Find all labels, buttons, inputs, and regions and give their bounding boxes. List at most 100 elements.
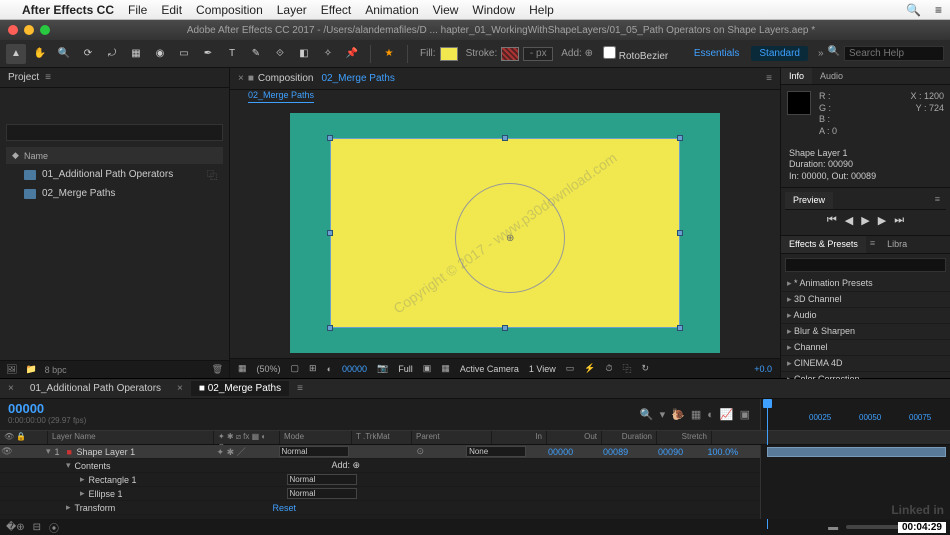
twirl-icon[interactable]: ▾ [42, 446, 51, 457]
handle[interactable] [677, 135, 683, 141]
orbit-tool[interactable]: ⟳ [78, 44, 98, 64]
magnify-ratio[interactable]: ▦ [238, 363, 247, 374]
col-mode[interactable]: Mode [280, 431, 352, 444]
handle[interactable] [327, 230, 333, 236]
layer-name[interactable]: Shape Layer 1 [77, 447, 217, 457]
effects-category[interactable]: Blur & Sharpen [781, 324, 950, 340]
zoom-level[interactable]: (50%) [257, 364, 281, 374]
tag-icon[interactable]: ◆ [12, 150, 24, 161]
col-duration[interactable]: Duration [602, 431, 657, 444]
project-search[interactable] [6, 124, 223, 141]
camera-select[interactable]: Active Camera [460, 364, 519, 374]
frame-blend-icon[interactable]: ▦ [691, 408, 701, 421]
mask-icon[interactable]: ◐ [327, 364, 332, 374]
lock-icon[interactable]: × [238, 73, 244, 84]
star-icon[interactable]: ★ [379, 44, 399, 64]
hand-tool[interactable]: ✋ [30, 44, 50, 64]
col-layer[interactable]: Layer Name [48, 431, 214, 444]
panel-menu-icon[interactable]: ≡ [929, 192, 946, 209]
layer-duration-bar[interactable] [767, 447, 946, 457]
flowchart-icon[interactable]: ⿻ [622, 362, 631, 375]
selection-tool[interactable]: ▲ [6, 44, 26, 64]
twirl-icon[interactable]: ▸ [48, 488, 85, 499]
menu-view[interactable]: View [433, 3, 459, 17]
shy-icon[interactable]: 🐌 [671, 408, 685, 421]
zoom-window[interactable] [40, 25, 50, 35]
shape-row[interactable]: ▸ Rectangle 1 Normal [0, 473, 760, 487]
roto-tool[interactable]: ✧ [318, 44, 338, 64]
graph-editor-icon[interactable]: 📈 [720, 408, 734, 421]
zoom-out-icon[interactable]: ▬ [828, 522, 838, 533]
workspace-more[interactable]: » [818, 48, 824, 59]
brush-tool[interactable]: ✎ [246, 44, 266, 64]
transparency-icon[interactable]: ▦ [441, 363, 450, 374]
effects-category[interactable]: 3D Channel [781, 292, 950, 308]
stroke-width[interactable]: - px [523, 47, 553, 61]
menu-layer[interactable]: Layer [277, 3, 307, 17]
stroke-label[interactable]: Stroke: [466, 48, 498, 59]
panel-menu-icon[interactable]: ≡ [45, 72, 49, 83]
shape-name[interactable]: Ellipse 1 [89, 489, 229, 499]
motion-blur-icon[interactable]: ◐ [707, 409, 714, 421]
comp-name[interactable]: 02_Merge Paths [321, 73, 394, 84]
effects-category[interactable]: CINEMA 4D [781, 356, 950, 372]
timeline-tab[interactable]: ■ 02_Merge Paths [191, 381, 289, 396]
camera-tool[interactable]: ▦ [126, 44, 146, 64]
effects-category[interactable]: * Animation Presets [781, 276, 950, 292]
shape-tool[interactable]: ▭ [174, 44, 194, 64]
first-frame-button[interactable]: ⏮ [827, 214, 837, 227]
panel-menu-icon[interactable]: ≡ [866, 236, 879, 253]
fill-label[interactable]: Fill: [420, 48, 436, 59]
shape-mode[interactable]: Normal [287, 474, 357, 485]
app-menu[interactable]: After Effects CC [22, 3, 114, 17]
view-layout[interactable]: 1 View [529, 364, 556, 374]
rotate-tool[interactable]: ⤾ [102, 44, 122, 64]
comp-mini-icon[interactable]: ▾ [660, 408, 666, 421]
transform-row[interactable]: ▸ Transform Reset [0, 501, 760, 515]
col-name[interactable]: Name [24, 151, 48, 161]
add-vertex[interactable]: Add: ⊕ [561, 48, 593, 59]
col-stretch[interactable]: Stretch [657, 431, 712, 444]
menu-help[interactable]: Help [529, 3, 554, 17]
pan-behind-tool[interactable]: ◉ [150, 44, 170, 64]
timeline-tab[interactable]: 01_Additional Path Operators [22, 381, 169, 396]
res-icon[interactable]: ▢ [291, 363, 300, 374]
info-tab[interactable]: Info [781, 68, 812, 84]
toggle-switches-icon[interactable]: �⊕ [6, 522, 25, 533]
project-item[interactable]: 02_Merge Paths [6, 185, 223, 202]
shape-row[interactable]: ▸ Ellipse 1 Normal [0, 487, 760, 501]
stretch-value[interactable]: 100.0% [691, 447, 746, 457]
menu-window[interactable]: Window [472, 3, 515, 17]
grid-icon[interactable]: ⊞ [309, 363, 317, 374]
pen-tool[interactable]: ✒ [198, 44, 218, 64]
twirl-icon[interactable]: ▸ [48, 474, 85, 485]
anchor-icon[interactable]: ⊕ [506, 233, 514, 244]
toggle-modes-icon[interactable]: ⊟ [33, 522, 41, 533]
workspace-essentials[interactable]: Essentials [686, 46, 748, 61]
draft3d-icon[interactable]: ▣ [740, 408, 750, 421]
twirl-icon[interactable]: ▾ [48, 460, 71, 471]
libraries-tab[interactable]: Libra [879, 236, 915, 253]
workspace-standard[interactable]: Standard [751, 46, 808, 61]
timeline-icon[interactable]: ⏱ [605, 363, 612, 374]
next-frame-button[interactable]: ▶ [878, 214, 886, 227]
play-button[interactable]: ▶ [861, 214, 869, 227]
handle[interactable] [502, 135, 508, 141]
close-tab-icon[interactable]: × [8, 383, 14, 394]
effects-presets-tab[interactable]: Effects & Presets [781, 236, 866, 253]
stroke-swatch[interactable] [501, 47, 519, 61]
puppet-tool[interactable]: 📌 [342, 44, 362, 64]
trash-icon[interactable]: 🗑 [212, 364, 223, 375]
rotobezier-check[interactable] [603, 46, 616, 59]
bpc-toggle[interactable]: 8 bpc [45, 365, 67, 375]
handle[interactable] [677, 230, 683, 236]
spotlight-icon[interactable]: 🔍 [906, 3, 921, 17]
minimize-window[interactable] [24, 25, 34, 35]
zoom-tool[interactable]: 🔍 [54, 44, 74, 64]
out-value[interactable]: 00089 [581, 447, 636, 457]
snapshot-icon[interactable]: 📷 [377, 363, 388, 374]
composition-viewer[interactable]: ⊕ Copyright © 2017 - www.p30download.com [230, 108, 780, 358]
contents-row[interactable]: ▾ Contents Add: ⊕ [0, 459, 760, 473]
prev-frame-button[interactable]: ◀ [845, 214, 853, 227]
search-help-input[interactable] [844, 46, 944, 61]
